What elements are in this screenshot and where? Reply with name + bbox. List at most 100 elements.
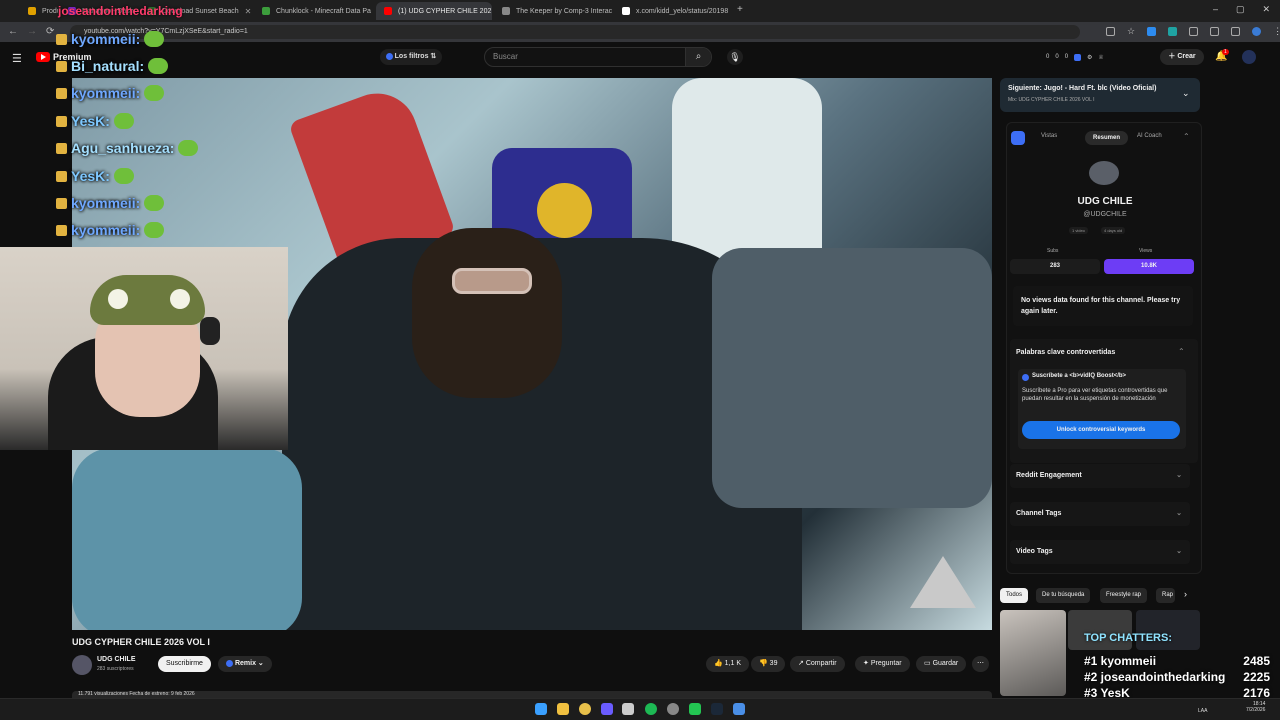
forward-icon[interactable]: → [27, 26, 37, 37]
chrome-icon[interactable] [579, 703, 591, 715]
collapse-icon[interactable]: ⌃ [1183, 132, 1190, 141]
close-window-button[interactable]: ✕ [1263, 4, 1271, 15]
panel-channel-name: UDG CHILE [1077, 196, 1133, 207]
clock[interactable]: 18:14 7/2/2026 [1246, 701, 1265, 713]
up-next-mix: Mix: UDG CYPHER CHILE 2026 VOL I [1008, 97, 1095, 103]
minimize-button[interactable]: – [1213, 4, 1218, 15]
browser-menu-icon[interactable]: ⋮ [1273, 27, 1280, 36]
chat-message: Agu_sanhueza: [56, 140, 199, 156]
close-tab-icon[interactable]: ✕ [245, 7, 252, 16]
url-field[interactable]: youtube.com/watch?v=Y7CmLzjXSeE&start_ra… [70, 25, 1080, 39]
section-reddit-engagement[interactable]: Reddit Engagement ⌄ [1010, 464, 1190, 488]
chat-badge-icon [56, 224, 67, 236]
bookmark-star-icon[interactable]: ☆ [1127, 27, 1135, 36]
video-title: UDG CYPHER CHILE 2026 VOL I [72, 637, 210, 647]
puzzle-icon[interactable] [1210, 27, 1220, 36]
chevron-down-icon[interactable]: ⌄ [1182, 88, 1190, 99]
subscribe-button[interactable]: Suscribirme [158, 656, 211, 672]
account-avatar[interactable] [1242, 50, 1256, 64]
steam-icon[interactable] [711, 703, 723, 715]
tab-ai-coach[interactable]: AI Coach [1137, 133, 1162, 139]
chat-emote-icon [113, 168, 134, 184]
youtube-play-icon [36, 52, 50, 62]
tab-vistas[interactable]: Vistas [1041, 133, 1057, 139]
chat-username: kyommeii: [71, 31, 141, 47]
filters-button[interactable]: Los filtros ⇅ [380, 49, 442, 65]
spotify-icon[interactable] [645, 703, 657, 715]
app-icon[interactable] [733, 703, 745, 715]
reload-icon[interactable]: ⟳ [46, 26, 54, 37]
notepad-icon[interactable] [622, 703, 634, 715]
chat-emote-icon [144, 85, 165, 101]
no-data-message: No views data found for this channel. Pl… [1013, 286, 1193, 326]
file-explorer-icon[interactable] [557, 703, 569, 715]
tab-favicon-icon [622, 7, 630, 15]
section-channel-tags[interactable]: Channel Tags ⌄ [1010, 502, 1190, 526]
trophy-icon[interactable]: ♕ [1098, 54, 1103, 61]
subs-label: Subs [1047, 248, 1059, 254]
save-label: Guardar [932, 660, 959, 667]
ask-button[interactable]: ✦ Preguntar [855, 656, 910, 672]
search-box[interactable]: Buscar ⌕ [484, 47, 712, 67]
back-icon[interactable]: ← [8, 26, 18, 37]
chat-message: kyommeii: [56, 31, 165, 47]
cast-icon[interactable] [1106, 27, 1115, 36]
boost-icon [1022, 374, 1029, 381]
chip-de-tu-busqueda[interactable]: De tu búsqueda [1036, 588, 1091, 603]
chip-freestyle-rap[interactable]: Freestyle rap [1100, 588, 1148, 603]
create-button[interactable]: ＋ Crear [1160, 49, 1204, 65]
tab-favicon-icon [502, 7, 510, 15]
start-icon[interactable] [535, 703, 547, 715]
tab-title: (1) UDG CYPHER CHILE 202 [398, 7, 492, 15]
settings-icon[interactable]: ⚙ [1087, 54, 1092, 61]
browser-tab[interactable]: (1) UDG CYPHER CHILE 202✕ [376, 2, 492, 20]
more-actions-button[interactable]: ⋯ [972, 656, 989, 672]
discord-icon[interactable] [601, 703, 613, 715]
unlock-keywords-button[interactable]: Unlock controversial keywords [1022, 421, 1180, 439]
top-chatter-name: #2 joseandointhedarking [1084, 670, 1226, 684]
profile-avatar[interactable] [1252, 27, 1262, 36]
obs-icon[interactable] [667, 703, 679, 715]
share-button[interactable]: ↗ Compartir [790, 656, 845, 672]
channel-watermark-icon [910, 556, 976, 608]
channel-name[interactable]: UDG CHILE [97, 656, 136, 663]
chip-todos[interactable]: Todos [1000, 588, 1029, 603]
extension-icon[interactable] [1147, 27, 1157, 36]
browser-tab[interactable]: Chunklock - Minecraft Data Pa✕ [254, 2, 374, 20]
top-chatter-row: #2 joseandointhedarking 2225 [1084, 670, 1270, 684]
extension-icon[interactable] [1168, 27, 1178, 36]
up-next-card[interactable]: Siguiente: Jugo! - Hard Ft. blc (Video O… [1000, 78, 1200, 112]
vidiq-icon[interactable] [1074, 54, 1082, 61]
browser-tab[interactable]: x.com/kidd_yelo/status/20198✕ [614, 2, 732, 20]
recommendation-thumbnail[interactable] [1000, 610, 1066, 696]
views-label: Views [1139, 248, 1153, 254]
like-button[interactable]: 👍 1,1 K [706, 656, 750, 672]
download-icon[interactable] [1231, 27, 1241, 36]
channel-avatar[interactable] [72, 655, 92, 675]
section-video-tags[interactable]: Video Tags ⌄ [1010, 540, 1190, 564]
voice-search-icon[interactable]: 🎙 [727, 49, 743, 65]
browser-tab[interactable]: Producti✕ [20, 2, 58, 20]
plus-icon: ＋ [1168, 53, 1176, 60]
browser-tab[interactable]: The Keeper by Comp-3 Interact✕ [494, 2, 612, 20]
dislike-button[interactable]: 👎 39 [751, 656, 786, 672]
chevron-right-icon[interactable]: › [1184, 589, 1187, 599]
new-tab-button[interactable]: + [737, 4, 743, 15]
chip-rap[interactable]: Rap [1156, 588, 1176, 603]
remix-button[interactable]: Remix ⌄ [218, 656, 272, 672]
chat-username: kyommeii: [71, 85, 141, 101]
clock-date: 7/2/2026 [1246, 707, 1266, 713]
maximize-button[interactable]: ▢ [1236, 4, 1245, 15]
sidebar-icon[interactable] [1189, 27, 1199, 36]
chevron-down-icon: ⌄ [1176, 472, 1182, 479]
search-input[interactable]: Buscar [493, 52, 518, 61]
chevron-up-icon[interactable]: ⌃ [1178, 347, 1185, 356]
language-indicator[interactable]: LAA [1198, 708, 1207, 714]
save-button[interactable]: ▭ Guardar [916, 656, 967, 672]
search-icon[interactable]: ⌕ [685, 48, 711, 66]
app-icon[interactable] [689, 703, 701, 715]
webcam-overlay [0, 247, 288, 450]
tab-resumen[interactable]: Resumen [1085, 131, 1129, 145]
hamburger-menu-icon[interactable]: ☰ [12, 52, 22, 65]
subs-value: 283 [1010, 259, 1100, 274]
